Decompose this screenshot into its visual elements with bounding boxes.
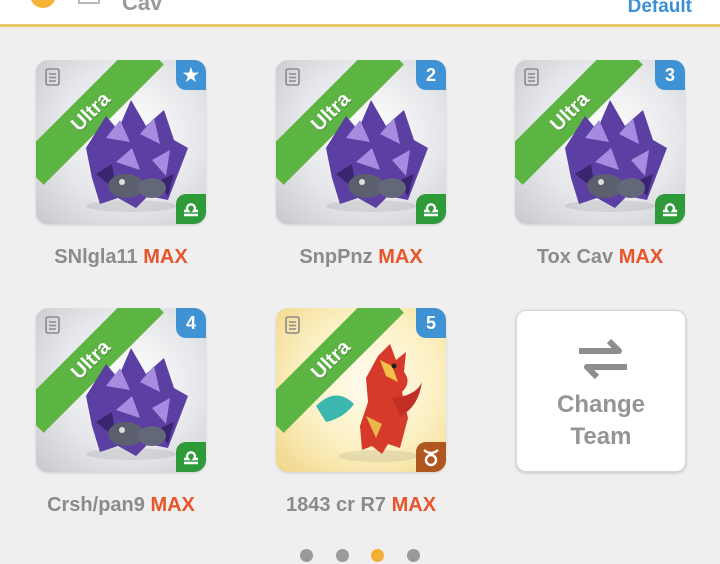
dragon-card-3[interactable]: Ultra 3: [515, 60, 685, 224]
libra-sign-badge: [176, 194, 206, 224]
swap-arrows-icon: [579, 338, 627, 380]
page-dot-1[interactable]: [300, 549, 313, 562]
libra-icon: [424, 203, 438, 217]
dragon-card-5[interactable]: Ultra 5: [276, 308, 446, 472]
change-team-label: Change Team: [517, 389, 685, 453]
change-team-button[interactable]: Change Team: [516, 310, 686, 472]
slot-badge: 2: [416, 60, 446, 90]
dragon-name-4: Crsh/pan9 MAX: [11, 494, 231, 517]
dragon-level: MAX: [378, 246, 423, 268]
dragon-name-5: 1843 cr R7 MAX: [251, 494, 471, 517]
dragon-card-1[interactable]: Ultra ★: [36, 60, 206, 224]
change-team-line2: Team: [570, 423, 632, 450]
slot-badge: ★: [176, 60, 206, 90]
dragon-level: MAX: [618, 246, 664, 268]
dragon-name-text: SNlgla11: [54, 246, 138, 268]
info-doc-icon[interactable]: [523, 68, 541, 86]
taurus-sign-badge: [416, 442, 446, 472]
info-doc-icon[interactable]: [44, 316, 62, 334]
dragon-card-2[interactable]: Ultra 2: [276, 60, 446, 224]
tray-icon: [78, 0, 100, 4]
libra-sign-badge: [176, 442, 206, 472]
taurus-icon: [423, 449, 439, 467]
page-dot-2[interactable]: [336, 549, 349, 562]
libra-icon: [184, 451, 198, 465]
page-dot-3-active[interactable]: [371, 549, 384, 562]
dragon-name-3: Tox Cav MAX: [490, 246, 710, 269]
coin-icon: [30, 0, 56, 8]
slot-badge: 4: [176, 308, 206, 338]
libra-icon: [184, 203, 198, 217]
libra-sign-badge: [416, 194, 446, 224]
info-doc-icon[interactable]: [284, 68, 302, 86]
team-title: Cav: [122, 0, 163, 15]
dragon-name-1: SNlgla11 MAX: [11, 246, 231, 269]
change-team-line1: Change: [556, 391, 645, 418]
dragon-card-4[interactable]: Ultra 4: [36, 308, 206, 472]
dragon-name-2: SnpPnz MAX: [251, 246, 471, 269]
libra-sign-badge: [655, 194, 685, 224]
dragon-level: MAX: [150, 494, 195, 516]
libra-icon: [663, 203, 677, 217]
info-doc-icon[interactable]: [44, 68, 62, 86]
slot-badge: 5: [416, 308, 446, 338]
dragon-level: MAX: [391, 494, 437, 516]
default-button[interactable]: Default: [628, 0, 692, 18]
dragon-name-text: 1843 cr R7: [285, 494, 387, 516]
dragon-name-text: Tox Cav: [536, 246, 614, 268]
page-dot-4[interactable]: [407, 549, 420, 562]
dragon-name-text: Crsh/pan9: [47, 494, 145, 516]
info-doc-icon[interactable]: [284, 316, 302, 334]
slot-badge: 3: [655, 60, 685, 90]
dragon-name-text: SnpPnz: [299, 246, 373, 268]
dragon-level: MAX: [143, 246, 188, 268]
top-bar: Cav Default: [0, 0, 720, 27]
